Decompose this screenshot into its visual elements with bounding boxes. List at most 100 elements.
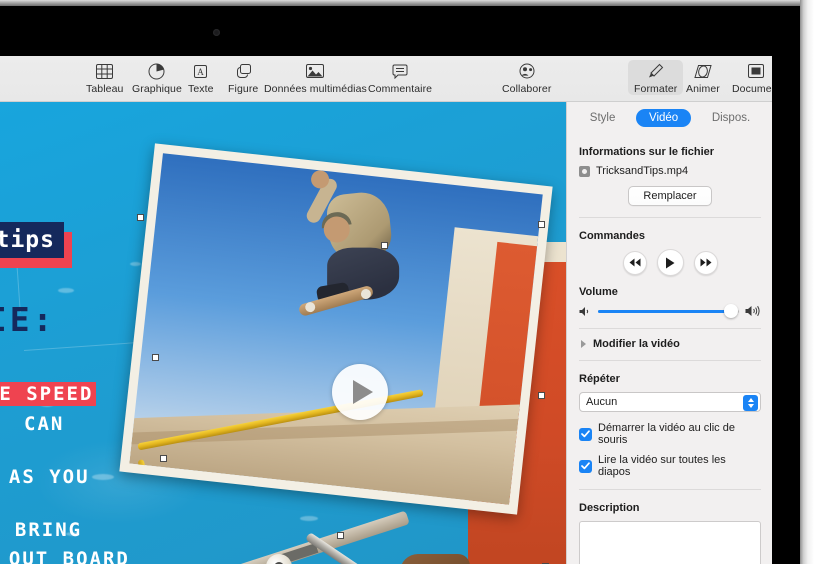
play-button[interactable] bbox=[657, 249, 684, 276]
chevron-right-icon bbox=[581, 340, 586, 348]
chevron-up-icon bbox=[748, 398, 754, 402]
slide-canvas[interactable]: tips LIE: ABLE SPEED CAN N AS YOU , BRIN… bbox=[0, 102, 566, 564]
toolbar-label-chart: Graphique bbox=[132, 83, 182, 95]
description-textarea[interactable] bbox=[579, 521, 761, 564]
screenshot-root: Tableau Graphique A Texte Figure bbox=[0, 0, 814, 564]
animate-icon bbox=[693, 62, 713, 80]
repeat-select[interactable]: Aucun bbox=[579, 392, 761, 412]
rewind-icon bbox=[629, 258, 641, 267]
toolbar-button-chart[interactable]: Graphique bbox=[126, 60, 188, 95]
tab-style[interactable]: Style bbox=[577, 109, 629, 127]
format-inspector-panel: Style Vidéo Dispos. Informations sur le … bbox=[566, 102, 772, 564]
text-icon: A bbox=[192, 62, 209, 80]
volume-slider-fill bbox=[598, 310, 731, 313]
document-icon bbox=[748, 62, 764, 80]
tab-arrange[interactable]: Dispos. bbox=[699, 109, 763, 127]
slide-body-text: N AS YOU bbox=[0, 466, 90, 488]
svg-text:A: A bbox=[198, 67, 205, 77]
repeat-label: Répéter bbox=[579, 373, 761, 385]
app-toolbar: Tableau Graphique A Texte Figure bbox=[0, 56, 772, 102]
format-brush-icon bbox=[647, 62, 664, 80]
inspector-tabbar: Style Vidéo Dispos. bbox=[567, 102, 772, 134]
selection-handle-bottom-left[interactable] bbox=[160, 455, 167, 462]
slide-body-line[interactable]: , BRING bbox=[0, 519, 82, 541]
slide-body-text: L OUT BOARD bbox=[0, 548, 130, 564]
toolbar-button-media[interactable]: Données multimédias bbox=[258, 60, 373, 95]
file-info-row[interactable]: TricksandTips.mp4 bbox=[579, 165, 761, 177]
laptop-bezel-right bbox=[772, 6, 800, 564]
texture-mark bbox=[300, 516, 318, 521]
table-icon bbox=[96, 62, 113, 80]
checkbox-checked-icon[interactable] bbox=[579, 428, 592, 441]
slide-body-line[interactable]: L OUT BOARD bbox=[0, 548, 130, 564]
slide-heading[interactable]: LIE: bbox=[0, 300, 55, 339]
slide-body-text: ABLE SPEED bbox=[0, 382, 96, 406]
skater-leg bbox=[400, 554, 470, 564]
toolbar-label-text: Texte bbox=[188, 83, 214, 95]
toolbar-button-document[interactable]: Document bbox=[726, 60, 772, 95]
movie-file-icon bbox=[579, 166, 590, 177]
volume-slider-knob[interactable] bbox=[724, 304, 738, 318]
slide-body-line[interactable]: CAN bbox=[24, 413, 64, 435]
slide-body-line[interactable]: N AS YOU bbox=[0, 466, 90, 488]
toolbar-button-text[interactable]: A Texte bbox=[182, 60, 220, 95]
toolbar-label-comment: Commentaire bbox=[368, 83, 432, 95]
volume-row bbox=[579, 305, 761, 317]
video-poster-image bbox=[129, 153, 542, 504]
checkbox-label-play-all-slides: Lire la vidéo sur toutes les diapos bbox=[598, 454, 761, 478]
toolbar-label-shape: Figure bbox=[228, 83, 258, 95]
fast-forward-button[interactable] bbox=[694, 251, 718, 275]
slide-body-text: , BRING bbox=[0, 519, 82, 541]
selection-handle-top-left[interactable] bbox=[137, 214, 144, 221]
selection-handle-top-right[interactable] bbox=[538, 221, 545, 228]
checkbox-row-start-on-click[interactable]: Démarrer la vidéo au clic de souris bbox=[579, 422, 761, 446]
video-object[interactable] bbox=[119, 143, 552, 514]
toolbar-button-table[interactable]: Tableau bbox=[80, 60, 129, 95]
file-info-section-title: Informations sur le fichier bbox=[579, 146, 761, 158]
slide-body-line[interactable]: ABLE SPEED bbox=[0, 383, 96, 405]
description-label: Description bbox=[579, 502, 761, 514]
stepper-arrows-icon[interactable] bbox=[743, 395, 758, 411]
play-icon bbox=[353, 380, 373, 404]
chevron-down-icon bbox=[748, 404, 754, 408]
controls-section-title: Commandes bbox=[579, 230, 761, 242]
checkbox-row-play-all-slides[interactable]: Lire la vidéo sur toutes les diapos bbox=[579, 454, 761, 478]
toolbar-button-animate[interactable]: Animer bbox=[680, 60, 726, 95]
checkbox-checked-icon[interactable] bbox=[579, 460, 592, 473]
divider bbox=[579, 217, 761, 218]
toolbar-button-collaborate[interactable]: Collaborer bbox=[496, 60, 557, 95]
comment-icon bbox=[392, 62, 408, 80]
volume-high-icon bbox=[745, 305, 761, 317]
volume-slider[interactable] bbox=[598, 310, 739, 313]
laptop-bezel-top bbox=[0, 6, 800, 56]
toolbar-button-format[interactable]: Formater bbox=[628, 60, 683, 95]
divider bbox=[579, 360, 761, 361]
selection-handle-top-center[interactable] bbox=[381, 242, 388, 249]
repeat-selected-value: Aucun bbox=[586, 396, 617, 408]
play-icon bbox=[665, 257, 675, 269]
chart-icon bbox=[148, 62, 165, 80]
toolbar-label-animate: Animer bbox=[686, 83, 720, 95]
keynote-window: Tableau Graphique A Texte Figure bbox=[0, 56, 772, 564]
tab-video[interactable]: Vidéo bbox=[636, 109, 691, 127]
inspector-content: Informations sur le fichier TricksandTip… bbox=[567, 134, 772, 564]
selection-handle-left-middle[interactable] bbox=[152, 354, 159, 361]
toolbar-label-document: Document bbox=[732, 83, 772, 95]
webcam-icon bbox=[213, 29, 220, 36]
texture-mark bbox=[58, 288, 74, 293]
texture-mark bbox=[130, 262, 141, 266]
toolbar-label-table: Tableau bbox=[86, 83, 123, 95]
toolbar-button-comment[interactable]: Commentaire bbox=[362, 60, 438, 95]
replace-button[interactable]: Remplacer bbox=[628, 186, 711, 206]
slide-body-text: CAN bbox=[24, 413, 64, 435]
laptop-edge-highlight bbox=[800, 0, 814, 564]
edit-video-disclosure[interactable]: Modifier la vidéo bbox=[579, 329, 761, 350]
video-play-button[interactable] bbox=[332, 364, 388, 420]
fast-forward-icon bbox=[700, 258, 712, 267]
volume-low-icon bbox=[579, 306, 592, 317]
selection-handle-right-middle[interactable] bbox=[538, 392, 545, 399]
toolbar-label-media: Données multimédias bbox=[264, 83, 367, 95]
tips-badge-label: tips bbox=[0, 222, 64, 258]
selection-handle-bottom-center[interactable] bbox=[337, 532, 344, 539]
rewind-button[interactable] bbox=[623, 251, 647, 275]
